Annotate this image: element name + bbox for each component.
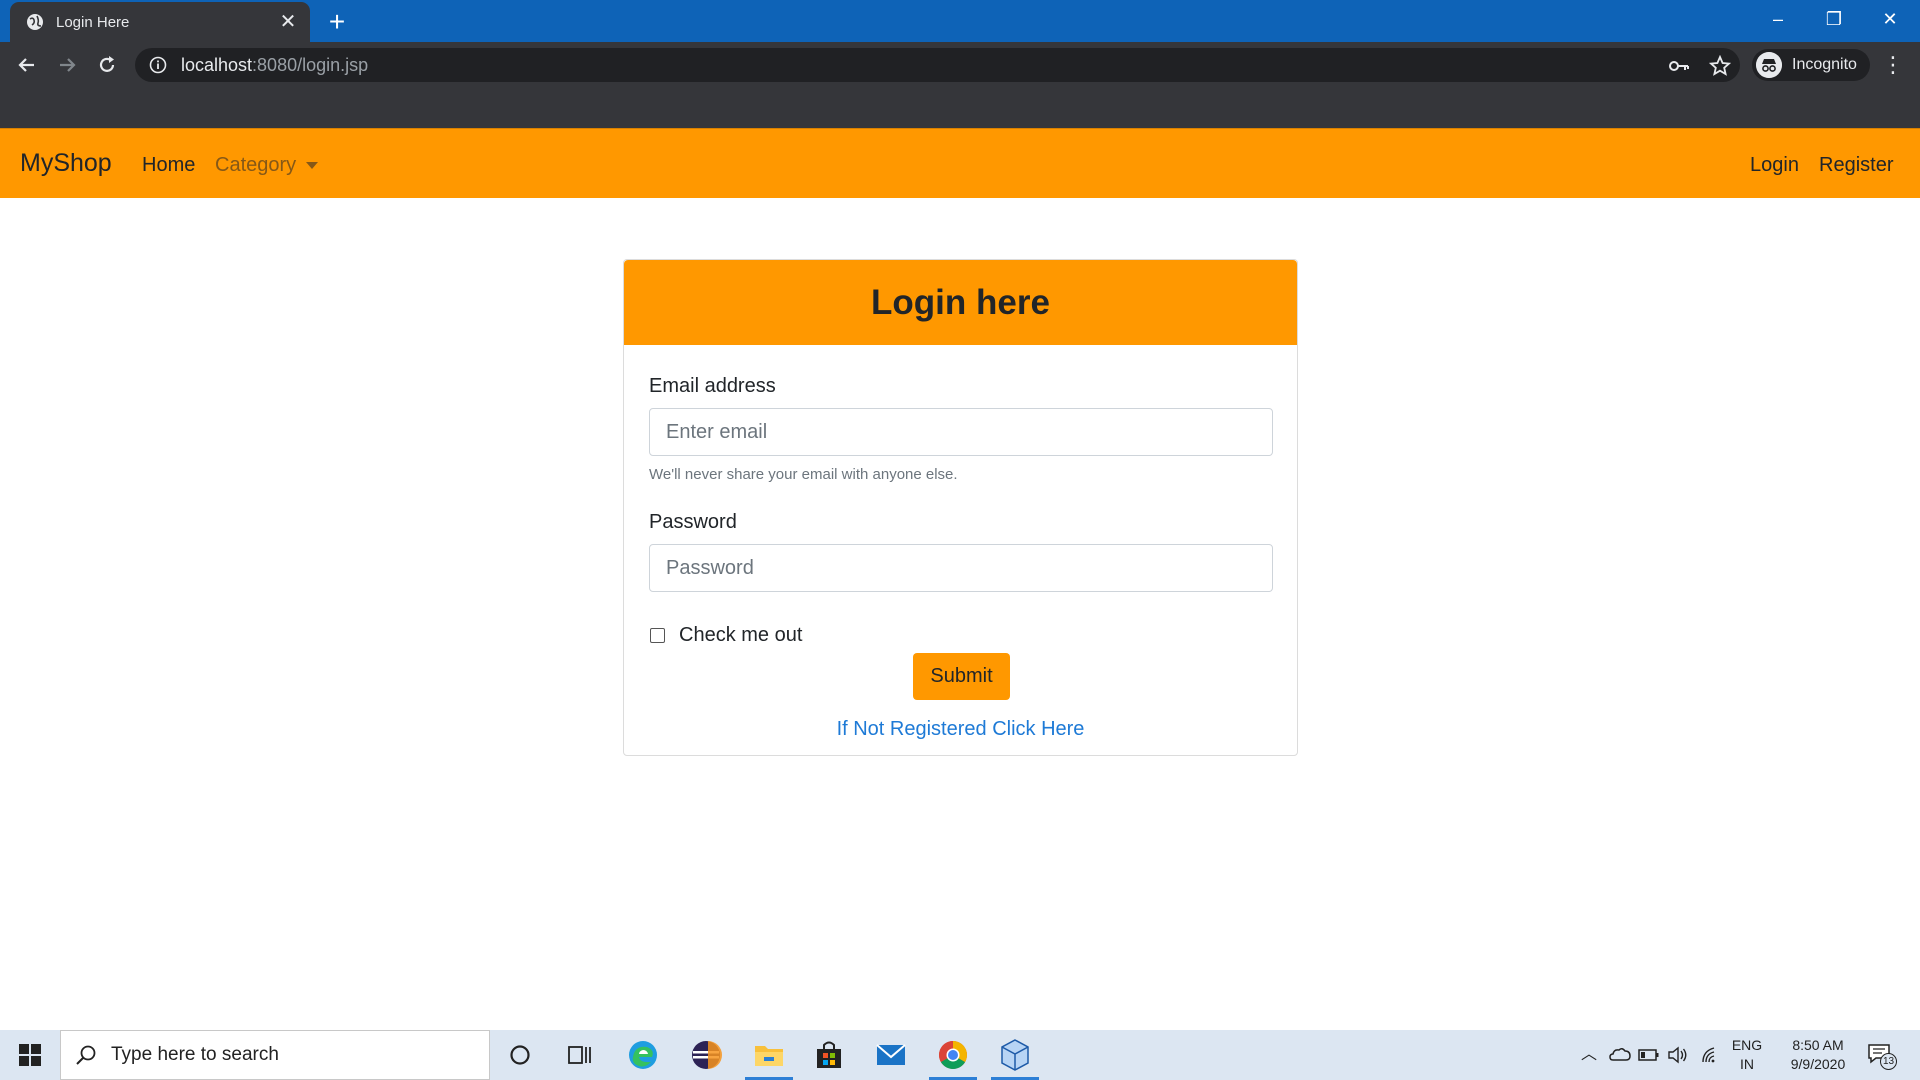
clock-time: 8:50 AM [1792, 1037, 1844, 1053]
key-icon[interactable] [1668, 55, 1690, 77]
search-placeholder: Type here to search [111, 1044, 279, 1065]
minimize-button[interactable]: – [1750, 0, 1806, 38]
notification-badge: 13 [1880, 1053, 1897, 1070]
battery-icon[interactable] [1638, 1044, 1660, 1066]
email-label: Email address [649, 375, 776, 397]
email-field[interactable] [649, 408, 1273, 456]
toolbar-spacer [0, 87, 1920, 128]
nav-register-link[interactable]: Register [1819, 154, 1893, 177]
reload-icon [99, 56, 115, 72]
clock[interactable]: 8:50 AM 9/9/2020 [1776, 1037, 1860, 1072]
close-window-button[interactable]: ✕ [1862, 0, 1918, 38]
browser-menu-icon[interactable]: ⋮ [1882, 54, 1904, 78]
checkbox-label: Check me out [679, 624, 803, 646]
globe-icon [27, 14, 43, 30]
nav-home-link[interactable]: Home [142, 154, 195, 177]
virtualbox-icon [1001, 1039, 1029, 1071]
nav-category-dropdown[interactable]: Category [215, 154, 319, 177]
mail-app[interactable] [861, 1030, 921, 1080]
region-code: IN [1740, 1056, 1754, 1072]
browser-tab[interactable]: Login Here ✕ [10, 2, 310, 42]
incognito-badge[interactable]: Incognito [1752, 49, 1870, 81]
email-help-text: We'll never share your email with anyone… [649, 466, 958, 483]
volume-icon[interactable] [1667, 1044, 1689, 1066]
register-link-text[interactable]: If Not Registered Click Here [837, 718, 1085, 740]
tab-title: Login Here [56, 13, 130, 31]
brand-logo[interactable]: MyShop [20, 149, 112, 178]
file-explorer-app[interactable] [739, 1030, 799, 1080]
incognito-label: Incognito [1792, 56, 1857, 73]
browser-toolbar: localhost:8080/login.jsp Incognito ⋮ [0, 42, 1920, 87]
address-bar[interactable]: localhost:8080/login.jsp [135, 48, 1740, 82]
eclipse-icon [692, 1041, 722, 1069]
nav-login-link[interactable]: Login [1750, 154, 1799, 177]
check-me-out[interactable]: Check me out [650, 624, 802, 647]
taskbar-search[interactable]: Type here to search [60, 1030, 490, 1080]
caret-down-icon [306, 162, 319, 170]
login-card: Login here Email address We'll never sha… [623, 259, 1298, 756]
cortana-button[interactable] [490, 1030, 550, 1080]
store-app[interactable] [799, 1030, 859, 1080]
nav-category-label: Category [215, 154, 297, 176]
store-icon [817, 1041, 841, 1068]
login-card-header: Login here [624, 260, 1297, 345]
remember-checkbox[interactable] [650, 628, 665, 643]
site-navbar: MyShop Home Category Login Register [0, 128, 1920, 198]
forward-arrow-icon [60, 58, 76, 72]
wifi-icon[interactable] [1700, 1044, 1722, 1066]
close-tab-icon[interactable]: ✕ [276, 10, 300, 34]
register-link: If Not Registered Click Here [624, 718, 1297, 741]
task-view-icon [568, 1046, 591, 1064]
url-path: :8080/login.jsp [252, 54, 369, 75]
chevron-up-icon[interactable]: ︿ [1578, 1044, 1600, 1066]
password-label: Password [649, 511, 737, 533]
windows-logo-icon [19, 1044, 41, 1066]
info-icon[interactable] [149, 56, 167, 74]
restore-button[interactable]: ❐ [1806, 0, 1862, 38]
submit-button[interactable]: Submit [913, 653, 1010, 700]
task-view-button[interactable] [550, 1030, 610, 1080]
star-icon[interactable] [1709, 55, 1731, 77]
reload-button[interactable] [91, 49, 123, 81]
file-explorer-icon [755, 1046, 783, 1066]
input-language[interactable]: ENG IN [1728, 1037, 1766, 1072]
new-tab-button[interactable]: + [322, 8, 352, 38]
eclipse-app[interactable] [676, 1030, 736, 1080]
chrome-icon [939, 1041, 967, 1069]
chrome-app[interactable] [923, 1030, 983, 1080]
windows-taskbar: Type here to search ︿ ENG IN 8:50 AM 9/9… [0, 1030, 1920, 1080]
back-button[interactable] [11, 49, 43, 81]
incognito-icon [1756, 52, 1782, 78]
virtualbox-app[interactable] [985, 1030, 1045, 1080]
cortana-icon [510, 1045, 530, 1065]
clock-date: 9/9/2020 [1790, 1056, 1846, 1072]
login-title: Login here [871, 283, 1050, 322]
browser-tab-strip: Login Here ✕ + – ❐ ✕ [0, 0, 1920, 42]
start-button[interactable] [0, 1030, 60, 1080]
edge-icon [629, 1041, 657, 1069]
password-field[interactable] [649, 544, 1273, 592]
edge-app[interactable] [613, 1030, 673, 1080]
mail-icon [876, 1044, 906, 1065]
onedrive-icon[interactable] [1609, 1044, 1631, 1066]
forward-button[interactable] [51, 49, 83, 81]
action-center-button[interactable]: 13 [1866, 1043, 1900, 1070]
back-arrow-icon [18, 58, 34, 72]
url-host: localhost [181, 54, 253, 75]
language-code: ENG [1731, 1037, 1763, 1053]
search-icon [76, 1045, 96, 1065]
